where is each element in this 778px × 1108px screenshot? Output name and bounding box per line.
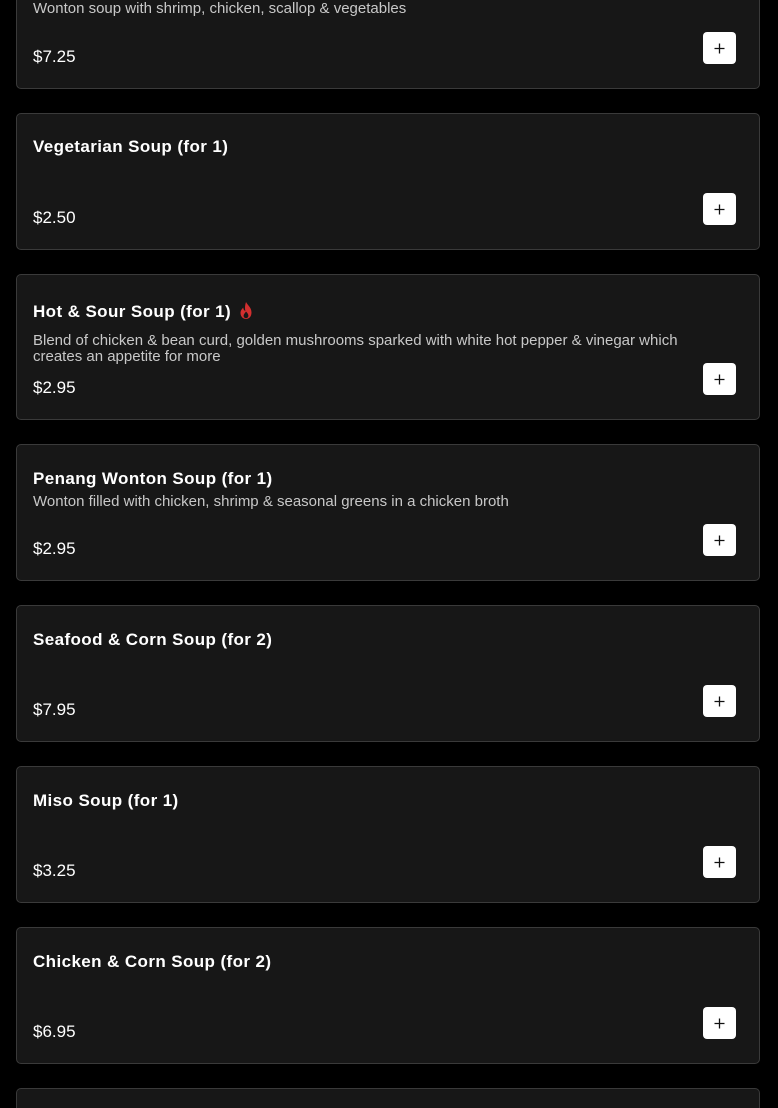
add-to-cart-button[interactable]	[703, 1007, 736, 1039]
add-to-cart-button[interactable]	[703, 363, 736, 395]
menu-item-name: Vegetarian Soup (for 1)	[33, 137, 229, 156]
menu-item-price: $2.50	[33, 208, 76, 227]
menu-item-card[interactable]: Miso Soup (for 1) $3.25	[16, 766, 760, 903]
plus-icon	[714, 204, 725, 214]
menu-item-price: $3.25	[33, 861, 76, 880]
menu-item-card[interactable]: Penang Wonton Soup (for 1) Wonton filled…	[16, 444, 760, 581]
menu-item-price: $6.95	[33, 1022, 76, 1041]
menu-item-name: Hot & Sour Soup (for 1)	[33, 302, 232, 321]
menu-item-name: Seafood & Corn Soup (for 2)	[33, 630, 273, 649]
menu-item-name: Chicken & Corn Soup (for 2)	[33, 952, 272, 971]
menu-item-card[interactable]: Wonton soup with shrimp, chicken, scallo…	[16, 0, 760, 89]
menu-item-price: $2.95	[33, 539, 76, 558]
menu-item-card[interactable]: Chicken & Corn Soup (for 2) $6.95	[16, 927, 760, 1064]
plus-icon	[714, 43, 725, 53]
menu-item-price: $7.25	[33, 47, 76, 66]
menu-item-card[interactable]: Seafood & Corn Soup (for 2) $7.95	[16, 605, 760, 742]
add-to-cart-button[interactable]	[703, 193, 736, 225]
add-to-cart-button[interactable]	[703, 524, 736, 556]
menu-item-title-row: Hot & Sour Soup (for 1)	[33, 301, 255, 325]
menu-item-description: Blend of chicken & bean curd, golden mus…	[33, 332, 678, 365]
add-to-cart-button[interactable]	[703, 846, 736, 878]
plus-icon	[714, 1018, 725, 1028]
add-to-cart-button[interactable]	[703, 32, 736, 64]
plus-icon	[714, 374, 725, 384]
add-to-cart-button[interactable]	[703, 685, 736, 717]
flame-icon	[237, 301, 255, 325]
plus-icon	[714, 696, 725, 706]
menu-item-name: Penang Wonton Soup (for 1)	[33, 469, 273, 488]
menu-item-card[interactable]: Hot & Sour Soup (for 1) Blend of chicken…	[16, 274, 760, 420]
menu-item-name: Miso Soup (for 1)	[33, 791, 179, 810]
menu-item-price: $7.95	[33, 700, 76, 719]
menu-item-card[interactable]: Vegetarian Soup (for 1) $2.50	[16, 113, 760, 250]
menu-item-price: $2.95	[33, 378, 76, 397]
menu-item-description: Wonton soup with shrimp, chicken, scallo…	[33, 0, 407, 17]
menu-item-description: Wonton filled with chicken, shrimp & sea…	[33, 493, 509, 510]
plus-icon	[714, 857, 725, 867]
plus-icon	[714, 535, 725, 545]
menu-item-card[interactable]	[16, 1088, 760, 1108]
